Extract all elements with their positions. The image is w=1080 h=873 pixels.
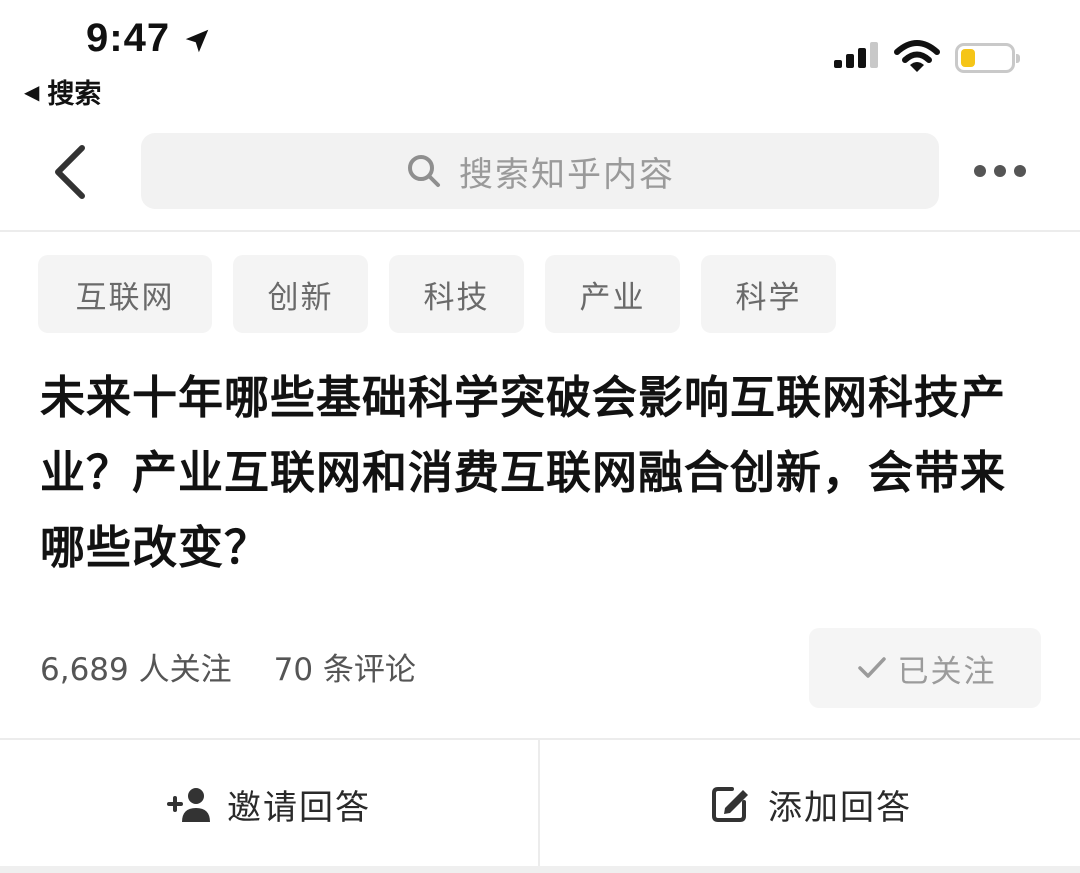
topic-tag-science[interactable]: 科学	[701, 255, 836, 333]
back-to-app-link[interactable]: ◀ 搜索	[24, 72, 101, 111]
comment-count-link[interactable]: 70 条评论	[274, 644, 416, 689]
invite-answer-button[interactable]: 邀请回答	[0, 740, 538, 868]
followed-button[interactable]: 已关注	[809, 628, 1041, 708]
followed-button-label: 已关注	[897, 653, 997, 690]
back-triangle-icon: ◀	[24, 79, 40, 104]
edit-icon	[712, 787, 748, 822]
more-dots-icon[interactable]	[970, 160, 1030, 182]
add-person-icon	[167, 788, 210, 822]
add-answer-button[interactable]: 添加回答	[540, 740, 1080, 868]
status-time: 9:47	[86, 16, 171, 60]
header-divider	[0, 230, 1080, 232]
topic-tag-industry[interactable]: 产业	[545, 255, 680, 333]
question-meta: 6,689 人关注 70 条评论	[40, 644, 416, 689]
location-arrow-icon	[185, 29, 209, 53]
add-answer-label: 添加回答	[768, 787, 912, 828]
zhihu-question-screen: 9:47 ◀ 搜索 搜索知乎内容 互联网 创新 科技 产业 科学 未来十年哪些基…	[0, 0, 1080, 873]
chevron-left-icon[interactable]	[48, 144, 92, 200]
wifi-icon	[894, 40, 940, 72]
topic-tags: 互联网 创新 科技 产业 科学	[38, 255, 857, 333]
checkmark-icon	[857, 657, 886, 678]
invite-answer-label: 邀请回答	[227, 787, 371, 828]
topic-tag-internet[interactable]: 互联网	[38, 255, 212, 333]
cellular-signal-icon	[834, 42, 878, 73]
search-icon	[408, 155, 440, 187]
question-title: 未来十年哪些基础科学突破会影响互联网科技产业？产业互联网和消费互联网融合创新，会…	[40, 371, 1007, 574]
topic-tag-technology[interactable]: 科技	[389, 255, 524, 333]
bottom-strip	[0, 866, 1080, 873]
search-input[interactable]: 搜索知乎内容	[141, 133, 939, 209]
battery-icon	[955, 43, 1020, 73]
search-placeholder: 搜索知乎内容	[459, 154, 675, 195]
follower-count: 6,689 人关注	[40, 652, 232, 688]
back-app-label: 搜索	[47, 79, 102, 110]
topic-tag-innovation[interactable]: 创新	[233, 255, 368, 333]
